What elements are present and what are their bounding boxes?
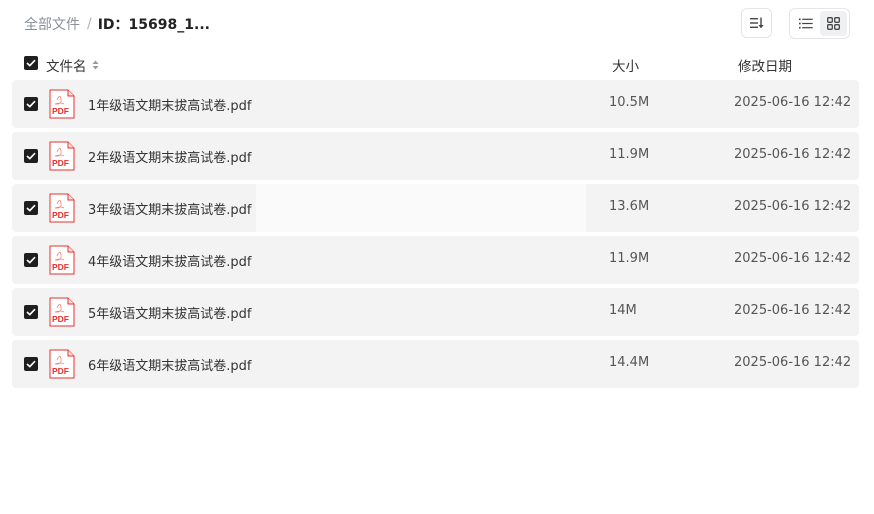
file-size: 10.5M (609, 95, 650, 110)
column-header-size[interactable]: 大小 (612, 55, 639, 75)
breadcrumb-current-folder: ID：15698_1... (97, 17, 210, 33)
file-modified-date: 2025-06-16 12:42 (734, 303, 852, 318)
sort-caret-icon[interactable] (92, 60, 99, 70)
pdf-label: PDF (52, 158, 69, 168)
file-row-checkbox[interactable] (24, 305, 38, 319)
checkmark-icon (26, 204, 36, 212)
file-row[interactable]: PDF 4年级语文期末拔高试卷.pdf 11.9M 2025-06-16 12:… (12, 236, 859, 284)
file-row[interactable]: PDF 2年级语文期末拔高试卷.pdf 11.9M 2025-06-16 12:… (12, 132, 859, 180)
file-name[interactable]: 4年级语文期末拔高试卷.pdf (88, 251, 251, 270)
file-row-checkbox[interactable] (24, 357, 38, 371)
pdf-file-icon: PDF (49, 89, 75, 119)
file-row[interactable]: PDF 6年级语文期末拔高试卷.pdf 14.4M 2025-06-16 12:… (12, 340, 859, 388)
checkmark-icon (26, 256, 36, 264)
grid-view-icon (826, 17, 840, 30)
file-size: 13.6M (609, 199, 650, 214)
grid-view-button[interactable] (819, 11, 847, 36)
file-modified-date: 2025-06-16 12:42 (734, 95, 852, 110)
pdf-file-icon: PDF (49, 297, 75, 327)
pdf-file-icon: PDF (49, 193, 75, 223)
file-row-checkbox[interactable] (24, 149, 38, 163)
pdf-label: PDF (52, 210, 69, 220)
checkmark-icon (26, 100, 36, 108)
breadcrumb: 全部文件 / ID：15698_1... (24, 14, 210, 34)
file-size: 14.4M (609, 355, 650, 370)
sort-list-icon (749, 17, 764, 29)
breadcrumb-root-link[interactable]: 全部文件 (24, 14, 80, 34)
file-row-checkbox[interactable] (24, 97, 38, 111)
file-name[interactable]: 2年级语文期末拔高试卷.pdf (88, 147, 251, 166)
pdf-file-icon: PDF (49, 245, 75, 275)
pdf-file-icon: PDF (49, 349, 75, 379)
column-header-name[interactable]: 文件名 (46, 55, 99, 75)
pdf-label: PDF (52, 262, 69, 272)
column-header-date[interactable]: 修改日期 (738, 55, 792, 75)
file-row[interactable]: PDF 1年级语文期末拔高试卷.pdf 10.5M 2025-06-16 12:… (12, 80, 859, 128)
file-modified-date: 2025-06-16 12:42 (734, 251, 852, 266)
checkmark-icon (26, 59, 36, 67)
pdf-file-icon: PDF (49, 141, 75, 171)
pdf-label: PDF (52, 314, 69, 324)
file-name[interactable]: 5年级语文期末拔高试卷.pdf (88, 303, 251, 322)
file-name[interactable]: 1年级语文期末拔高试卷.pdf (88, 95, 251, 114)
pdf-label: PDF (52, 366, 69, 376)
file-name[interactable]: 3年级语文期末拔高试卷.pdf (88, 199, 251, 218)
file-row-checkbox[interactable] (24, 201, 38, 215)
file-size: 14M (609, 303, 637, 318)
checkmark-icon (26, 152, 36, 160)
view-toggle (789, 8, 850, 39)
select-all-checkbox[interactable] (24, 56, 38, 70)
file-size: 11.9M (609, 251, 650, 266)
pdf-label: PDF (52, 106, 69, 116)
checkmark-icon (26, 360, 36, 368)
file-size: 11.9M (609, 147, 650, 162)
breadcrumb-separator: / (87, 16, 92, 32)
file-row[interactable]: PDF 5年级语文期末拔高试卷.pdf 14M 2025-06-16 12:42 (12, 288, 859, 336)
column-header-name-label: 文件名 (46, 59, 87, 75)
file-list: PDF 1年级语文期末拔高试卷.pdf 10.5M 2025-06-16 12:… (12, 80, 859, 392)
file-browser: 全部文件 / ID：15698_1... 文件名 大小 修改日期 PDF 1年级… (0, 0, 874, 514)
sort-button[interactable] (741, 8, 772, 38)
list-view-icon (798, 18, 813, 29)
checkmark-icon (26, 308, 36, 316)
file-modified-date: 2025-06-16 12:42 (734, 147, 852, 162)
file-modified-date: 2025-06-16 12:42 (734, 355, 852, 370)
file-row-checkbox[interactable] (24, 253, 38, 267)
file-name[interactable]: 6年级语文期末拔高试卷.pdf (88, 355, 251, 374)
list-view-button[interactable] (792, 11, 820, 36)
file-row[interactable]: PDF 3年级语文期末拔高试卷.pdf 13.6M 2025-06-16 12:… (12, 184, 859, 232)
table-header: 文件名 大小 修改日期 (12, 52, 859, 76)
file-modified-date: 2025-06-16 12:42 (734, 199, 852, 214)
